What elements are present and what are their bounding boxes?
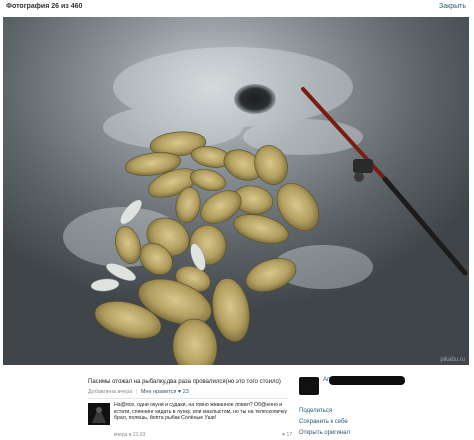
post-added-date: Добавлена вчера	[88, 389, 133, 395]
fishing-photo-drawing	[3, 17, 469, 365]
heart-icon: ♥	[177, 389, 182, 395]
comment-date: вчера в 21:03	[114, 432, 146, 438]
like-count[interactable]: 23	[183, 389, 189, 395]
comment-likes[interactable]: ♥ 17	[282, 432, 292, 438]
photo-counter-title: Фотография 26 из 460	[6, 3, 83, 10]
meta-separator: |	[135, 389, 138, 395]
comment-meta: вчера в 21:03 ♥ 17	[114, 432, 292, 438]
close-button[interactable]: Закрыть	[439, 3, 466, 10]
author-row: Artem	[299, 375, 459, 397]
photo-image[interactable]: pikabu.ru	[3, 17, 469, 365]
watermark-text: pikabu.ru	[440, 357, 465, 363]
post-caption: Пасимы отожал на рыбалку,два раза провал…	[88, 379, 281, 385]
heart-icon: ♥	[282, 432, 286, 438]
photo-sidebar: Artem Поделиться Сохранить к себе Открыт…	[299, 375, 459, 436]
comment-text: На@ясе, одни окуни и судаки, на говно же…	[114, 402, 288, 422]
like-button[interactable]: Мне нравится	[141, 389, 177, 395]
redaction-scribble	[329, 376, 405, 385]
open-original-link[interactable]: Открыть оригинал	[299, 428, 350, 439]
share-link[interactable]: Поделиться	[299, 406, 350, 417]
post-caption-block: Пасимы отожал на рыбалку,два раза провал…	[88, 378, 288, 386]
comment-item: На@ясе, одни окуни и судаки, на говно же…	[88, 402, 292, 440]
divider	[88, 398, 288, 399]
photo-viewer-header: Фотография 26 из 460 Закрыть	[0, 0, 474, 14]
author-avatar[interactable]	[299, 377, 319, 395]
post-meta: Добавлена вчера | Мне нравится ♥ 23	[88, 389, 189, 395]
save-link[interactable]: Сохранить к себе	[299, 417, 350, 428]
ice-hole	[234, 84, 276, 114]
photo-actions: Поделиться Сохранить к себе Открыть ориг…	[299, 406, 350, 439]
commenter-avatar[interactable]	[88, 403, 110, 425]
avatar-silhouette-icon	[88, 403, 110, 425]
comment-like-count: 17	[286, 432, 292, 438]
